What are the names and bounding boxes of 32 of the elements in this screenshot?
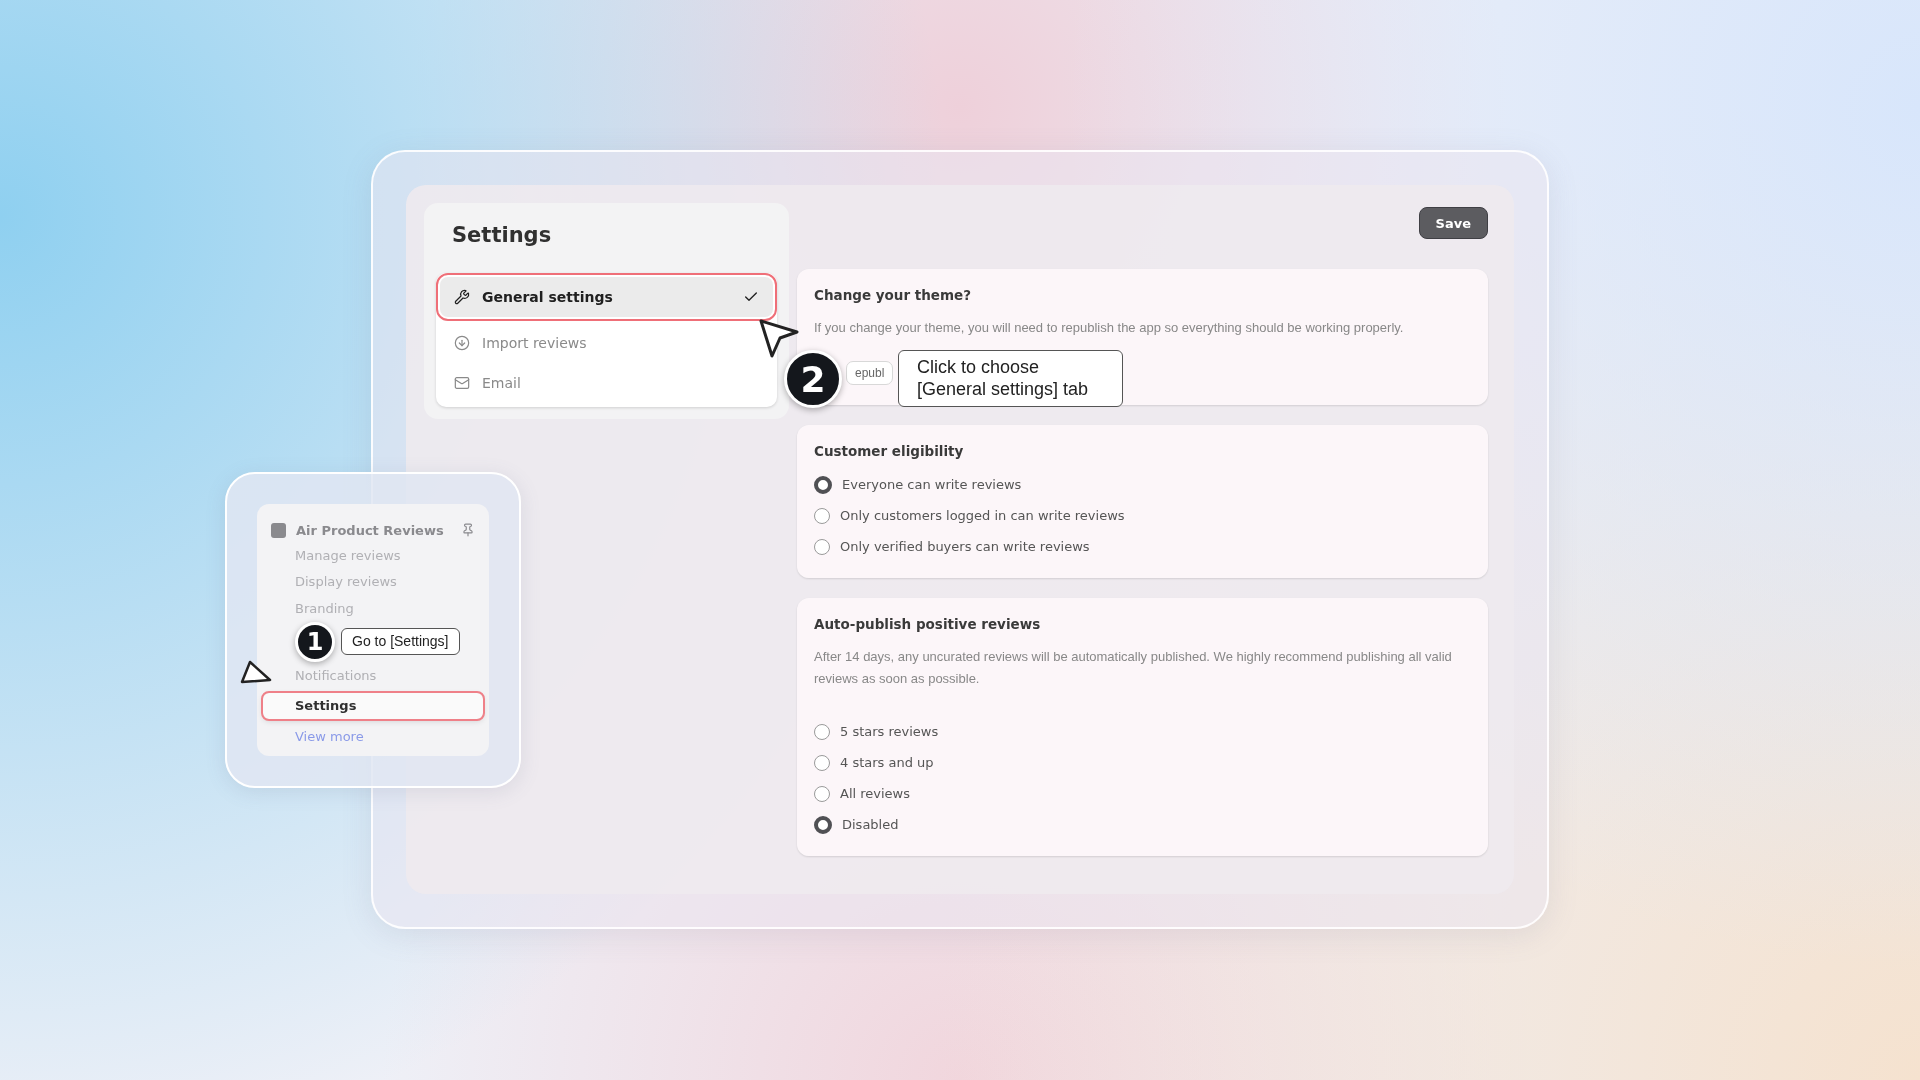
- menu-item[interactable]: Settings: [263, 692, 483, 719]
- radio-icon[interactable]: [814, 507, 830, 524]
- card-title: Customer eligibility: [814, 443, 965, 459]
- download-icon: [454, 335, 470, 351]
- radio-option[interactable]: 5 stars reviews: [814, 720, 1471, 743]
- wrench-icon: [454, 289, 470, 305]
- radio-icon[interactable]: [814, 538, 830, 555]
- radio-icon[interactable]: [814, 785, 830, 802]
- radio-icon[interactable]: [814, 475, 832, 494]
- step-callout: Click to choose [General settings] tab: [898, 350, 1123, 408]
- card-title: Change your theme?: [814, 287, 973, 303]
- card-description: If you change your theme, you will need to republish the app so everything should be working properly.: [814, 319, 1405, 337]
- step-callout: Go to [Settings]: [341, 628, 460, 656]
- nav-item[interactable]: Email: [440, 363, 773, 403]
- republish-button[interactable]: epubl: [846, 361, 894, 385]
- mail-icon: [454, 375, 470, 391]
- step-number: 1: [295, 621, 335, 662]
- radio-option[interactable]: Everyone can write reviews: [814, 473, 1471, 496]
- radio-option[interactable]: All reviews: [814, 782, 1471, 805]
- page-title: Settings: [452, 223, 553, 247]
- radio-icon[interactable]: [814, 723, 830, 740]
- radio-icon[interactable]: [814, 815, 832, 834]
- radio-option[interactable]: 4 stars and up: [814, 751, 1471, 774]
- radio-option[interactable]: Only verified buyers can write reviews: [814, 535, 1471, 558]
- radio-option[interactable]: Disabled: [814, 813, 1471, 836]
- card-description: After 14 days, any uncurated reviews will be automatically published. We highly recommend publishing all valid reviews as soon as possible.: [814, 648, 1453, 688]
- card-title: Auto-publish positive reviews: [814, 616, 1042, 632]
- save-button[interactable]: Save: [1418, 207, 1488, 239]
- radio-option[interactable]: Only customers logged in can write reviews: [814, 504, 1471, 527]
- app-icon: [271, 522, 286, 538]
- pin-icon[interactable]: [461, 523, 475, 538]
- radio-icon[interactable]: [814, 754, 830, 771]
